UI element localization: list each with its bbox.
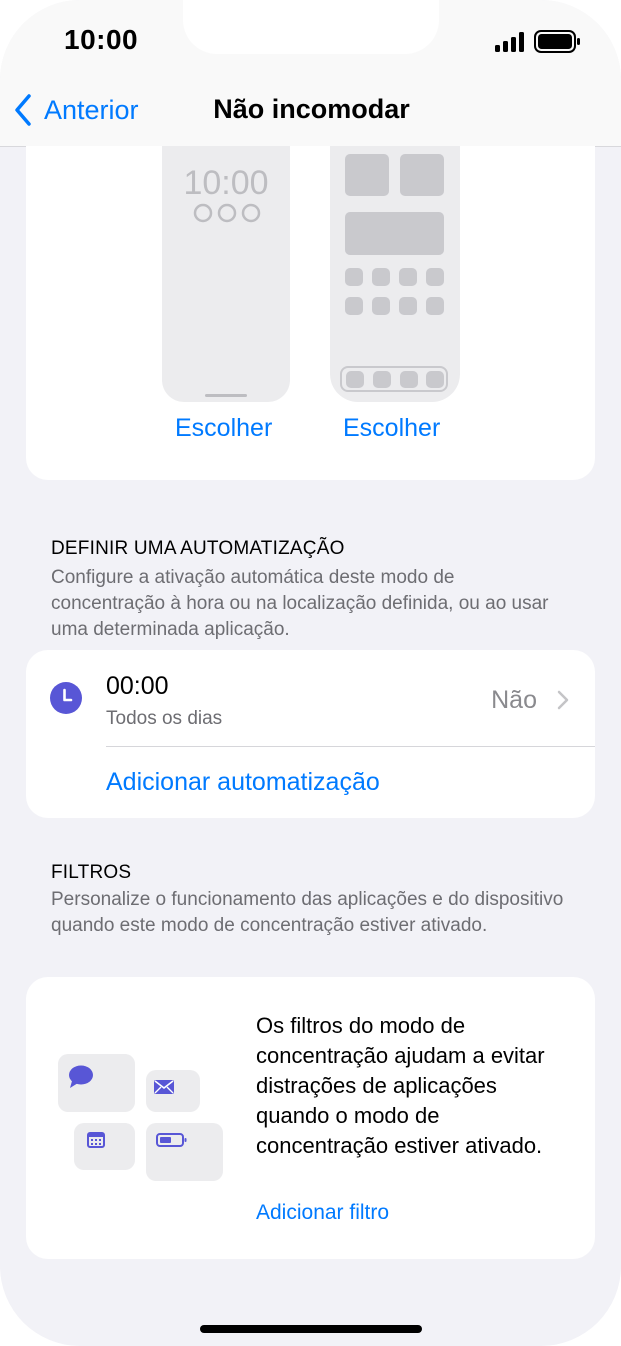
app-icon xyxy=(372,268,390,286)
widget-block xyxy=(345,212,444,255)
automation-header: DEFINIR UMA AUTOMATIZAÇÃO xyxy=(51,538,345,559)
dock-app-icon xyxy=(373,371,391,388)
page-title: Não incomodar xyxy=(213,94,410,124)
automation-time: 00:00 xyxy=(106,672,169,700)
filters-description: Personalize o funcionamento das aplicaçõ… xyxy=(51,889,564,936)
divider xyxy=(106,746,595,747)
widget-block xyxy=(345,154,389,196)
choose-lock-screen-button[interactable]: Escolher xyxy=(175,414,272,443)
automation-row[interactable]: 00:00 Todos os dias Não xyxy=(26,650,595,746)
app-icon xyxy=(345,297,363,315)
app-icon xyxy=(399,297,417,315)
app-icon xyxy=(372,297,390,315)
dock-app-icon xyxy=(426,371,444,388)
dock-app-icon xyxy=(346,371,364,388)
add-automation-button[interactable]: Adicionar automatização xyxy=(106,768,380,797)
filters-header: FILTROS xyxy=(51,862,132,883)
calendar-icon xyxy=(87,1132,105,1148)
lock-screen-time: 10:00 xyxy=(183,164,269,202)
add-filter-button[interactable]: Adicionar filtro xyxy=(256,1201,389,1225)
screen-previews-card: 10:00 Escolher Escolher xyxy=(26,146,595,480)
automation-description: Configure a ativação automática deste mo… xyxy=(51,567,549,640)
home-indicator[interactable] xyxy=(200,1325,422,1333)
automation-status: Não xyxy=(491,686,537,714)
phone-screen: 10:00 Anterior Não incomodar 10:00 Escol… xyxy=(0,0,621,1346)
app-icon xyxy=(345,268,363,286)
lock-screen-home-bar xyxy=(205,394,247,397)
widget-block xyxy=(400,154,444,196)
signal-icon xyxy=(495,32,524,52)
chevron-right-icon xyxy=(557,690,569,710)
filters-card: Os filtros do modo de concentração ajuda… xyxy=(26,977,595,1259)
choose-home-screen-button[interactable]: Escolher xyxy=(343,414,440,443)
battery-icon xyxy=(534,30,580,53)
dock-app-icon xyxy=(400,371,418,388)
lock-widgets-icon xyxy=(193,203,261,223)
mail-icon xyxy=(154,1080,174,1094)
battery-small-icon xyxy=(156,1133,187,1147)
message-icon xyxy=(69,1065,93,1088)
home-screen-preview[interactable] xyxy=(330,146,460,402)
filters-info-text: Os filtros do modo de concentração ajuda… xyxy=(256,1013,545,1158)
app-icon xyxy=(426,268,444,286)
app-icon xyxy=(426,297,444,315)
notch xyxy=(183,0,439,54)
status-time: 10:00 xyxy=(64,24,139,55)
automation-card: 00:00 Todos os dias Não Adicionar automa… xyxy=(26,650,595,818)
clock-icon xyxy=(50,682,82,714)
status-icons xyxy=(495,30,580,53)
automation-schedule: Todos os dias xyxy=(106,708,223,729)
lock-screen-preview[interactable]: 10:00 xyxy=(162,146,290,402)
app-icon xyxy=(399,268,417,286)
